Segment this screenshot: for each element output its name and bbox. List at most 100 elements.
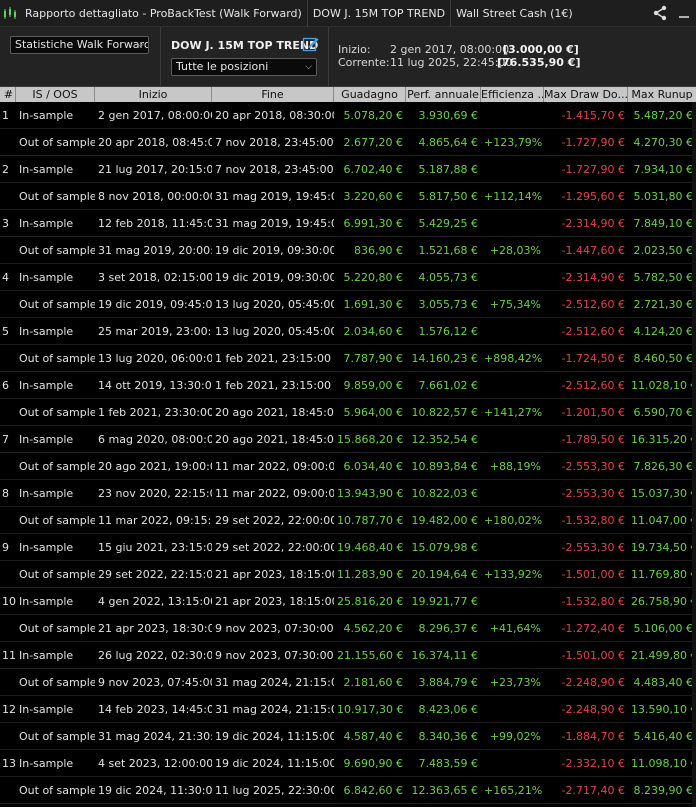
column-header-annual-perf[interactable]: Perf. annuale: [406, 87, 481, 102]
table-row[interactable]: Out of sample 21 apr 2023, 18:30:00 9 nov …: [0, 615, 696, 642]
row-number: 13: [2, 756, 16, 770]
row-gain: 6.991,30 €: [343, 216, 403, 230]
column-header-max-runup[interactable]: Max Runup: [628, 87, 696, 102]
row-max-drawdown: -2.314,90 €: [561, 270, 625, 284]
table-header: # IS / OOS Inizio Fine Guadagno Perf. an…: [0, 87, 696, 102]
row-end: 19 dic 2019, 09:30:00: [215, 243, 334, 257]
column-header-max-drawdown[interactable]: Max Draw Do...: [544, 87, 628, 102]
chart-candles-icon: [0, 0, 20, 27]
table-row[interactable]: Out of sample31 mag 2019, 20:00:0019 dic…: [0, 237, 696, 264]
row-efficiency: +75,34%: [489, 297, 541, 311]
table-row[interactable]: Out of sample 19 dic 2019, 09:45:00 13 lug…: [0, 291, 696, 318]
table-row[interactable]: 7 In-sample 6 mag 2020, 08:00:00 20 ago 202…: [0, 426, 696, 453]
row-gain: 1.691,30 €: [343, 297, 403, 311]
row-max-runup: 8.460,50 €: [633, 351, 693, 365]
edit-icon[interactable]: [302, 35, 320, 53]
column-header-end[interactable]: Fine: [212, 87, 334, 102]
row-end: 9 nov 2023, 07:30:00: [215, 648, 334, 662]
row-start: 21 lug 2017, 20:15:00: [98, 162, 212, 176]
row-start: 20 apr 2018, 08:45:00: [98, 135, 212, 149]
row-end: 31 mag 2019, 19:45:00: [215, 216, 334, 230]
row-max-drawdown: -2.553,30 €: [561, 459, 625, 473]
row-efficiency: +41,64%: [489, 621, 541, 635]
row-type: In-sample: [19, 432, 74, 446]
table-row[interactable]: Out of sample11 mar 2022, 09:15:0029 set…: [0, 507, 696, 534]
column-header-is-oos[interactable]: IS / OOS: [16, 87, 95, 102]
table-row[interactable]: 11 In-sample 26 lug 2022, 02:30:00 9 nov 20…: [0, 642, 696, 669]
table-row[interactable]: Out of sample 20 ago 2021, 19:00:00 11 mar…: [0, 453, 696, 480]
table-row[interactable]: 1 In-sample 2 gen 2017, 08:00:00 20 apr 201…: [0, 102, 696, 129]
table-row[interactable]: 5 In-sample 25 mar 2019, 23:00:0013 lug 20…: [0, 318, 696, 345]
row-gain: 21.155,60 €: [337, 648, 404, 662]
row-annual-perf: 4.865,64 €: [418, 135, 478, 149]
table-row[interactable]: 9 In-sample 15 giu 2021, 23:15:00 29 set 20…: [0, 534, 696, 561]
table-row[interactable]: Out of sample 1 feb 2021, 23:30:00 20 ago …: [0, 399, 696, 426]
column-header-efficiency[interactable]: Efficienza ...: [481, 87, 544, 102]
row-max-drawdown: -2.248,90 €: [561, 702, 625, 716]
row-max-runup: 19.734,50 €: [631, 540, 696, 554]
row-max-runup: 11.098,10 €: [631, 756, 696, 770]
table-row[interactable]: 4 In-sample 3 set 2018, 02:15:00 19 dic 201…: [0, 264, 696, 291]
row-start: 19 dic 2019, 09:45:00: [98, 297, 212, 311]
start-info: Inizio:: [338, 43, 371, 56]
row-type: In-sample: [19, 324, 74, 338]
table-row[interactable]: Out of sample31 mag 2024, 21:30:0019 dic…: [0, 723, 696, 750]
row-end: 31 mag 2019, 19:45:00: [215, 189, 334, 203]
table-row[interactable]: Out of sample 20 apr 2018, 08:45:00 7 nov …: [0, 129, 696, 156]
row-end: 21 apr 2023, 18:15:00: [215, 594, 334, 608]
chevron-down-icon: ⌵: [137, 40, 144, 50]
row-start: 3 set 2018, 02:15:00: [98, 270, 212, 284]
row-end: 29 set 2022, 22:00:00: [215, 513, 334, 527]
divider: [160, 27, 161, 87]
table-row[interactable]: Out of sample 29 set 2022, 22:15:00 21 apr…: [0, 561, 696, 588]
table-row[interactable]: 6 In-sample 14 ott 2019, 13:30:00 1 feb 202…: [0, 372, 696, 399]
positions-select[interactable]: Tutte le posizioni ⌵: [171, 58, 317, 76]
row-max-runup: 5.031,80 €: [633, 189, 693, 203]
row-gain: 5.220,80 €: [343, 270, 403, 284]
row-max-drawdown: -2.248,90 €: [561, 675, 625, 689]
row-max-drawdown: -2.553,30 €: [561, 540, 625, 554]
column-header-start[interactable]: Inizio: [95, 87, 212, 102]
row-annual-perf: 7.483,59 €: [418, 756, 478, 770]
table-row[interactable]: 3 In-sample 12 feb 2018, 11:45:00 31 mag 20…: [0, 210, 696, 237]
table-row[interactable]: 8 In-sample 23 nov 2020, 22:15:00 11 mar 20…: [0, 480, 696, 507]
row-gain: 6.034,40 €: [343, 459, 403, 473]
table-row[interactable]: 12 In-sample 14 feb 2023, 14:45:00 31 mag 2…: [0, 696, 696, 723]
row-gain: 6.842,60 €: [343, 783, 403, 797]
column-header-gain[interactable]: Guadagno: [334, 87, 406, 102]
table-row[interactable]: Out of sample 8 nov 2018, 00:00:00 31 mag …: [0, 183, 696, 210]
table-row[interactable]: 10 In-sample 4 gen 2022, 13:15:00 21 apr 20…: [0, 588, 696, 615]
row-max-drawdown: -1.727,90 €: [561, 135, 625, 149]
column-header-number[interactable]: #: [0, 87, 16, 102]
row-gain: 4.562,20 €: [343, 621, 403, 635]
row-annual-perf: 3.930,69 €: [418, 108, 478, 122]
table-row[interactable]: 13 In-sample 4 set 2023, 12:00:00 19 dic 20…: [0, 750, 696, 777]
table-row[interactable]: Out of sample 13 lug 2020, 06:00:00 1 feb …: [0, 345, 696, 372]
minimize-icon[interactable]: [672, 0, 696, 27]
view-select[interactable]: Statistiche Walk Forward ⌵: [10, 36, 149, 54]
row-type: In-sample: [19, 648, 74, 662]
row-max-runup: 11.047,00 €: [631, 513, 696, 527]
row-number: 12: [2, 702, 16, 716]
row-start: 6 mag 2020, 08:00:00: [98, 432, 212, 446]
tab-strategy[interactable]: DOW J. 15M TOP TREND: [308, 0, 452, 27]
start-balance: [3.000,00 €]: [503, 43, 579, 56]
row-max-drawdown: -2.512,60 €: [561, 378, 625, 392]
row-efficiency: +112,14%: [484, 189, 543, 203]
row-max-runup: 15.037,30 €: [631, 486, 696, 500]
share-icon[interactable]: [648, 0, 672, 27]
table-row[interactable]: 2 In-sample 21 lug 2017, 20:15:00 7 nov 201…: [0, 156, 696, 183]
row-number: 8: [2, 486, 9, 500]
positions-select-value: Tutte le posizioni: [176, 60, 269, 73]
vertical-scrollbar[interactable]: [692, 102, 696, 807]
table-row[interactable]: Out of sample 19 dic 2024, 11:30:00 11 lug…: [0, 777, 696, 804]
row-max-runup: 21.499,80 €: [631, 648, 696, 662]
table-row[interactable]: Out of sample 9 nov 2023, 07:45:00 31 mag …: [0, 669, 696, 696]
current-date-value: 11 lug 2025, 22:45:00: [390, 56, 513, 69]
row-efficiency: +88,19%: [489, 459, 541, 473]
row-annual-perf: 12.363,65 €: [411, 783, 478, 797]
tab-instrument[interactable]: Wall Street Cash (1€): [451, 0, 578, 27]
row-max-runup: 5.487,20 €: [633, 108, 693, 122]
row-start: 25 mar 2019, 23:00:00: [98, 324, 212, 338]
row-annual-perf: 8.296,37 €: [418, 621, 478, 635]
